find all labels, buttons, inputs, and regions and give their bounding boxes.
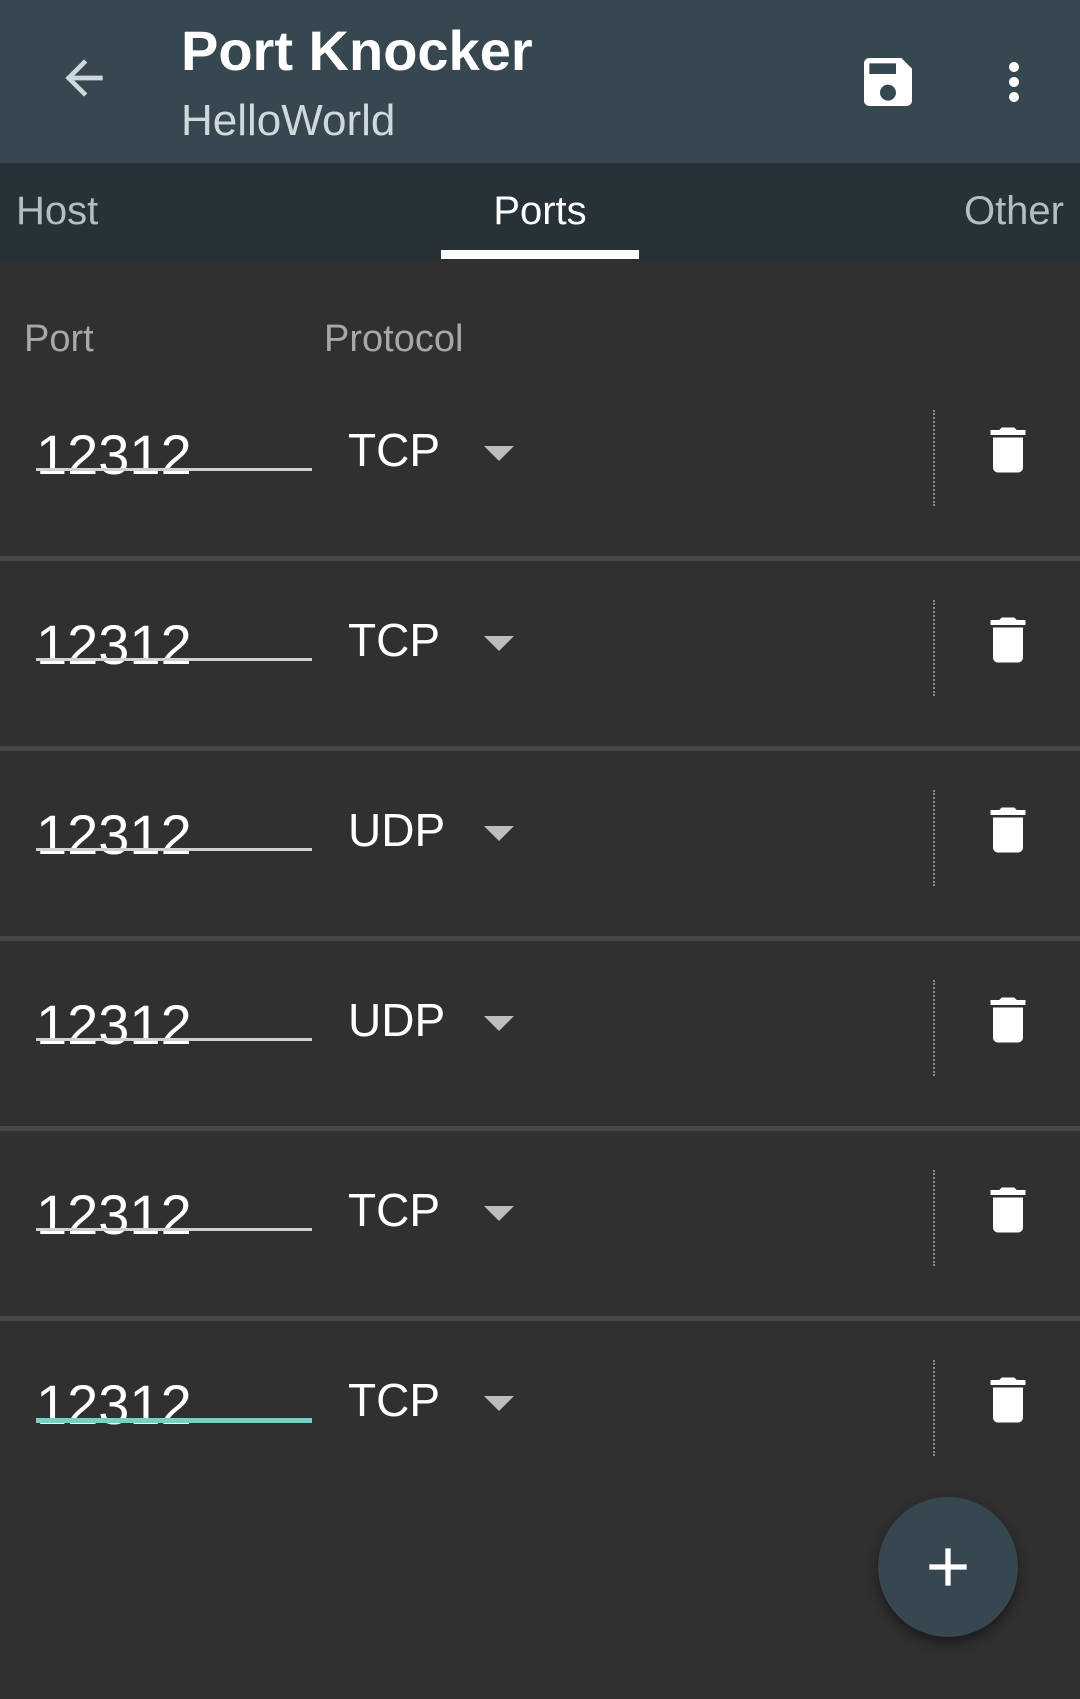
port-input-value: 12312 [36, 803, 192, 866]
add-icon [929, 1548, 967, 1586]
delete-row-button[interactable] [968, 790, 1048, 870]
row-separator [933, 600, 935, 696]
protocol-select[interactable]: TCP [348, 1360, 528, 1440]
port-row: 12312 UDP [0, 950, 1080, 1140]
delete-icon [990, 997, 1026, 1043]
port-input-underline-focused [36, 1418, 312, 1423]
row-divider [0, 1316, 1080, 1321]
more-vert-icon [1009, 62, 1019, 102]
protocol-select-value: UDP [348, 804, 446, 856]
active-tab-indicator [441, 250, 639, 259]
row-separator [933, 1360, 935, 1456]
delete-row-button[interactable] [968, 600, 1048, 680]
dropdown-arrow-icon [484, 1016, 514, 1031]
delete-icon [990, 1377, 1026, 1423]
port-row: 12312 TCP [0, 1330, 1080, 1520]
dropdown-arrow-icon [484, 826, 514, 841]
add-port-button[interactable] [878, 1497, 1018, 1637]
protocol-select-value: UDP [348, 994, 446, 1046]
dropdown-arrow-icon [484, 636, 514, 651]
page-title: Port Knocker [181, 19, 533, 82]
port-input-value: 12312 [36, 993, 192, 1056]
tab-other[interactable]: Other [964, 163, 1064, 260]
delete-icon [990, 427, 1026, 473]
delete-icon [990, 617, 1026, 663]
delete-row-button[interactable] [968, 1170, 1048, 1250]
port-input-value: 12312 [36, 613, 192, 676]
delete-row-button[interactable] [968, 410, 1048, 490]
row-separator [933, 980, 935, 1076]
protocol-select[interactable]: TCP [348, 600, 528, 680]
port-input-value: 12312 [36, 1183, 192, 1246]
port-input-underline [36, 848, 312, 851]
port-row: 12312 TCP [0, 380, 1080, 570]
protocol-select[interactable]: TCP [348, 410, 528, 490]
tab-host[interactable]: Host [16, 163, 98, 260]
protocol-select-value: TCP [348, 424, 440, 476]
port-input-underline [36, 1038, 312, 1041]
port-column-header: Port [24, 318, 94, 360]
row-separator [933, 1170, 935, 1266]
port-input-underline [36, 1228, 312, 1231]
port-input-underline [36, 468, 312, 471]
protocol-select[interactable]: UDP [348, 980, 528, 1060]
row-separator [933, 790, 935, 886]
port-input-underline [36, 658, 312, 661]
row-divider [0, 556, 1080, 561]
delete-row-button[interactable] [968, 980, 1048, 1060]
protocol-select-value: TCP [348, 1184, 440, 1236]
back-button[interactable] [44, 38, 124, 118]
row-divider [0, 746, 1080, 751]
arrow-back-icon [65, 59, 103, 97]
port-row: 12312 TCP [0, 570, 1080, 760]
delete-icon [990, 807, 1026, 853]
app-bar: Port Knocker HelloWorld [0, 0, 1080, 163]
row-divider [0, 1126, 1080, 1131]
page-subtitle: HelloWorld [181, 96, 396, 145]
protocol-select[interactable]: UDP [348, 790, 528, 870]
overflow-menu-button[interactable] [974, 42, 1054, 122]
delete-icon [990, 1187, 1026, 1233]
protocol-select-value: TCP [348, 614, 440, 666]
tab-bar: Host Ports Other [0, 163, 1080, 260]
row-divider [0, 936, 1080, 941]
protocol-select-value: TCP [348, 1374, 440, 1426]
dropdown-arrow-icon [484, 446, 514, 461]
delete-row-button[interactable] [968, 1360, 1048, 1440]
port-input-value: 12312 [36, 423, 192, 486]
save-button[interactable] [848, 42, 928, 122]
dropdown-arrow-icon [484, 1206, 514, 1221]
port-row: 12312 UDP [0, 760, 1080, 950]
protocol-column-header: Protocol [324, 318, 464, 360]
port-input-value: 12312 [36, 1373, 192, 1436]
row-separator [933, 410, 935, 506]
port-row: 12312 TCP [0, 1140, 1080, 1330]
tab-ports[interactable]: Ports [441, 163, 639, 260]
protocol-select[interactable]: TCP [348, 1170, 528, 1250]
save-icon [864, 58, 912, 106]
dropdown-arrow-icon [484, 1396, 514, 1411]
